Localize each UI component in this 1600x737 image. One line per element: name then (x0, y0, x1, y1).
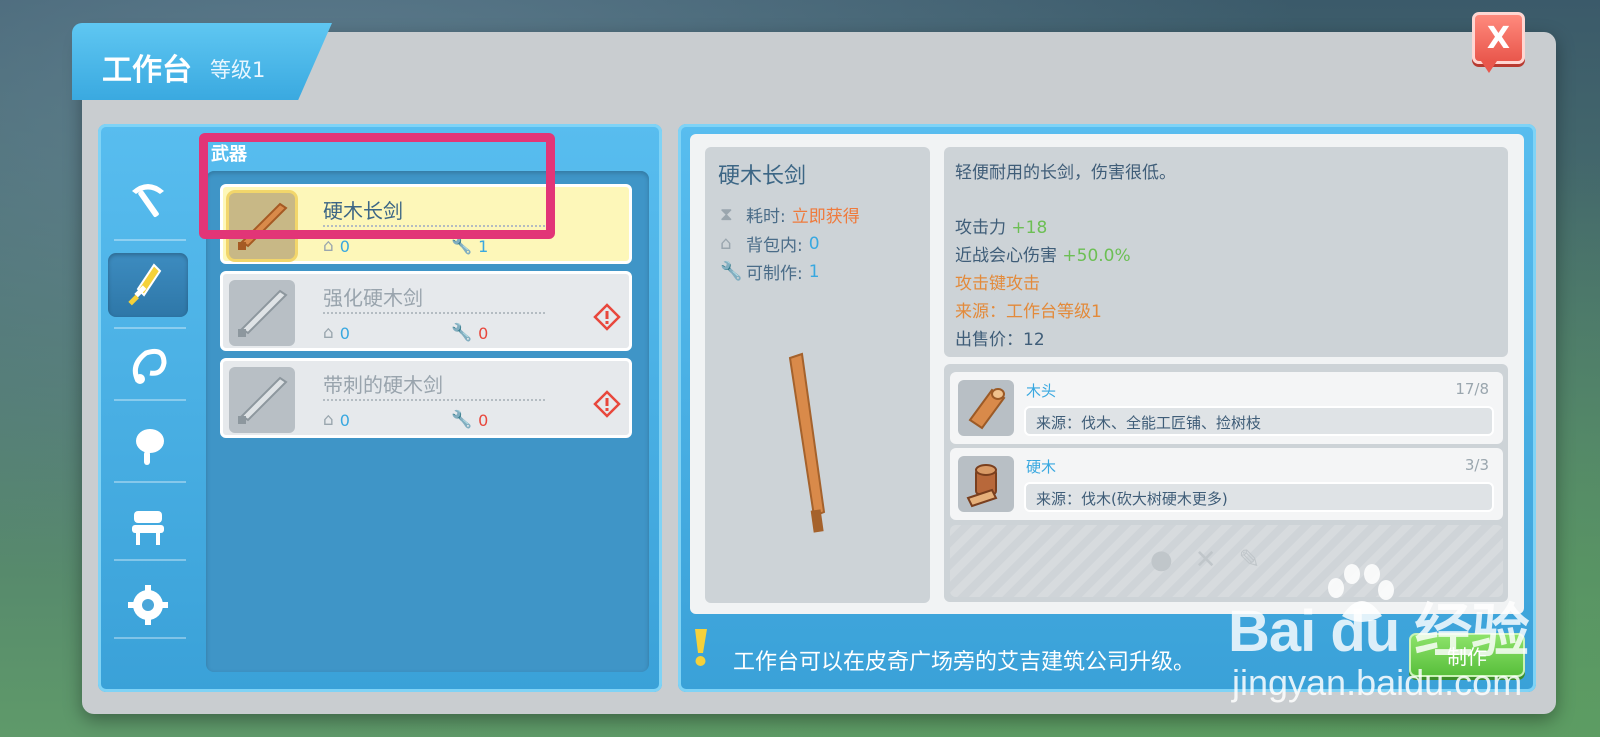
material-count: 17/8 (1455, 380, 1489, 398)
pickaxe-icon (132, 184, 164, 218)
food-icon (136, 429, 164, 465)
tool-icon: ✎ (1238, 545, 1283, 575)
backpack-icon: ⌂ (720, 233, 732, 254)
backpack-icon: ⌂ (323, 410, 334, 430)
wrench-icon: 🔧 (451, 236, 473, 256)
material-count: 3/3 (1464, 456, 1489, 474)
wooden-sword-preview (788, 352, 826, 533)
close-icon: X (1486, 20, 1511, 56)
recipe-row-reinforced-hardwood-sword[interactable]: 强化硬木剑 ⌂ 0 🔧 0 (220, 271, 632, 351)
backpack-count: ⌂ 0 (323, 236, 350, 256)
close-button[interactable]: X (1472, 12, 1525, 73)
recipe-name: 强化硬木剑 (323, 286, 423, 310)
apple-icon: ● (1150, 545, 1195, 575)
craftable-count: 🔧 0 (451, 323, 489, 343)
item-source: 来源：工作台等级1 (955, 302, 1102, 322)
material-row-hardwood[interactable]: 硬木 3/3 来源：伐木(砍大树硬木更多) (950, 448, 1503, 520)
crit-stat: 近战会心伤害 +50.0% (955, 246, 1131, 266)
craftable-row: 🔧 可制作: 1 (720, 261, 820, 284)
wrench-icon: 🔧 (451, 323, 473, 343)
watermark-url: jingyan.baidu.com (1232, 662, 1523, 703)
category-divider (114, 559, 186, 561)
exclamation-icon (695, 629, 707, 666)
material-thumbnail (958, 380, 1014, 436)
backpack-row: ⌂ 背包内: 0 (720, 233, 820, 256)
hardwood-stump-icon (966, 464, 998, 508)
category-weapons[interactable] (108, 253, 188, 317)
furniture-icon (132, 511, 164, 545)
category-tools[interactable] (108, 167, 188, 231)
material-source: 来源：伐木(砍大树硬木更多) (1024, 482, 1494, 512)
category-food[interactable] (108, 415, 188, 479)
recipe-name: 带刺的硬木剑 (323, 373, 443, 397)
annotation-highlight-box (199, 133, 555, 239)
workbench-level: 等级1 (210, 58, 266, 82)
category-misc[interactable] (108, 573, 188, 637)
name-underline (323, 312, 545, 314)
backpack-count: ⌂ 0 (323, 323, 350, 343)
sword-silhouette-icon (238, 376, 288, 424)
empty-slot-icons: ●✕✎ (1150, 545, 1282, 575)
window-title: 工作台 (102, 53, 192, 88)
craftable-count: 🔧 1 (451, 236, 489, 256)
sell-price: 出售价：12 (955, 330, 1045, 350)
hourglass-icon: ⧗ (720, 204, 733, 225)
hook-icon (132, 348, 167, 384)
settings-gear-icon (128, 585, 168, 625)
category-divider (114, 481, 186, 483)
material-name: 木头 (1026, 382, 1057, 400)
material-source: 来源：伐木、全能工匠铺、捡树枝 (1024, 406, 1494, 436)
wrench-icon: 🔧 (451, 410, 473, 430)
material-thumbnail (958, 456, 1014, 512)
craftable-count: 🔧 0 (451, 410, 489, 430)
category-divider (114, 327, 186, 329)
backpack-count: ⌂ 0 (323, 410, 350, 430)
backpack-icon: ⌂ (323, 323, 334, 343)
tip-message: 工作台可以在皮奇广场旁的艾吉建筑公司升级。 (733, 650, 1196, 675)
item-description: 轻便耐用的长剑，伤害很低。 (955, 163, 1176, 183)
category-divider (114, 399, 186, 401)
sword-silhouette-icon (238, 289, 288, 337)
category-furniture[interactable] (108, 495, 188, 559)
watermark-brand: Bai du 经验 (1228, 599, 1529, 664)
detail-item-name: 硬木长剑 (718, 164, 807, 189)
recipe-thumbnail (229, 367, 295, 433)
warning-icon (593, 303, 621, 331)
material-row-wood[interactable]: 木头 17/8 来源：伐木、全能工匠铺、捡树枝 (950, 372, 1503, 444)
wood-log-icon (968, 388, 1006, 430)
warning-icon (593, 390, 621, 418)
weapon-icon (128, 263, 162, 306)
material-name: 硬木 (1026, 458, 1057, 476)
craft-time-row: ⧗ 耗时: 立即获得 (720, 204, 860, 227)
category-divider (114, 239, 186, 241)
recipe-thumbnail (229, 280, 295, 346)
category-divider (114, 637, 186, 639)
recipe-row-spiked-hardwood-sword[interactable]: 带刺的硬木剑 ⌂ 0 🔧 0 (220, 358, 632, 438)
attack-stat: 攻击力 +18 (955, 218, 1048, 238)
category-fishing[interactable] (108, 335, 188, 399)
cross-icon: ✕ (1194, 545, 1239, 575)
attack-key-note: 攻击键攻击 (955, 274, 1040, 294)
name-underline (323, 399, 545, 401)
backpack-icon: ⌂ (323, 236, 334, 256)
wrench-icon: 🔧 (720, 261, 743, 282)
